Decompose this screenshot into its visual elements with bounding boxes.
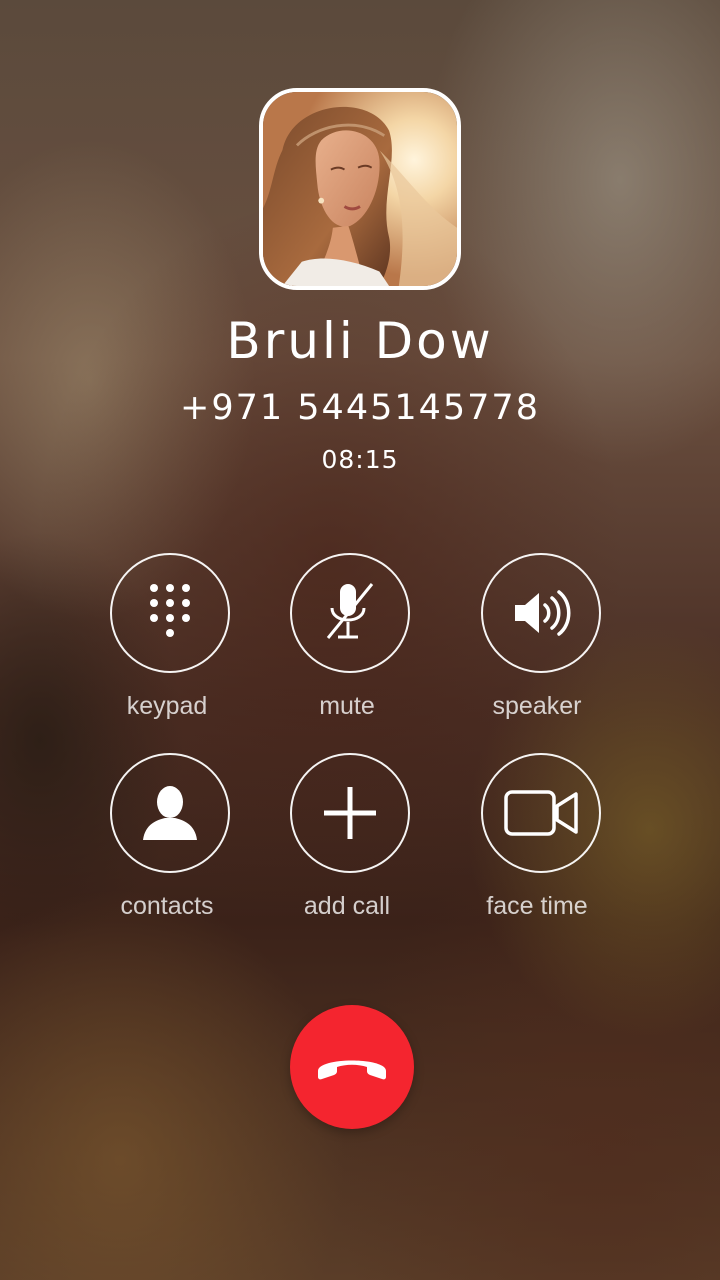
speaker-icon [515,590,571,636]
contact-person-icon [143,786,197,840]
caller-name: Bruli Dow [226,312,494,370]
contacts-button[interactable] [110,753,230,873]
call-duration-timer: 08:15 [321,445,399,474]
caller-phone-number: +971 5445145778 [180,388,540,428]
contacts-label: contacts [120,892,214,920]
caller-photo [263,92,457,286]
speaker-button[interactable] [481,553,601,673]
face-time-label: face time [486,892,588,920]
add-call-button[interactable] [290,753,410,873]
face-time-button[interactable] [481,753,601,873]
keypad-button[interactable] [110,553,230,673]
mute-label: mute [319,692,375,720]
add-call-label: add call [303,892,391,920]
keypad-label: keypad [126,692,208,720]
speaker-label: speaker [492,692,582,720]
mute-button[interactable] [290,553,410,673]
end-call-button[interactable] [290,1005,414,1129]
video-camera-icon [504,790,578,836]
plus-icon [324,787,376,839]
mute-microphone-icon [326,583,374,639]
end-call-phone-icon [318,1060,386,1080]
caller-avatar [259,88,461,290]
keypad-icon [150,584,190,637]
